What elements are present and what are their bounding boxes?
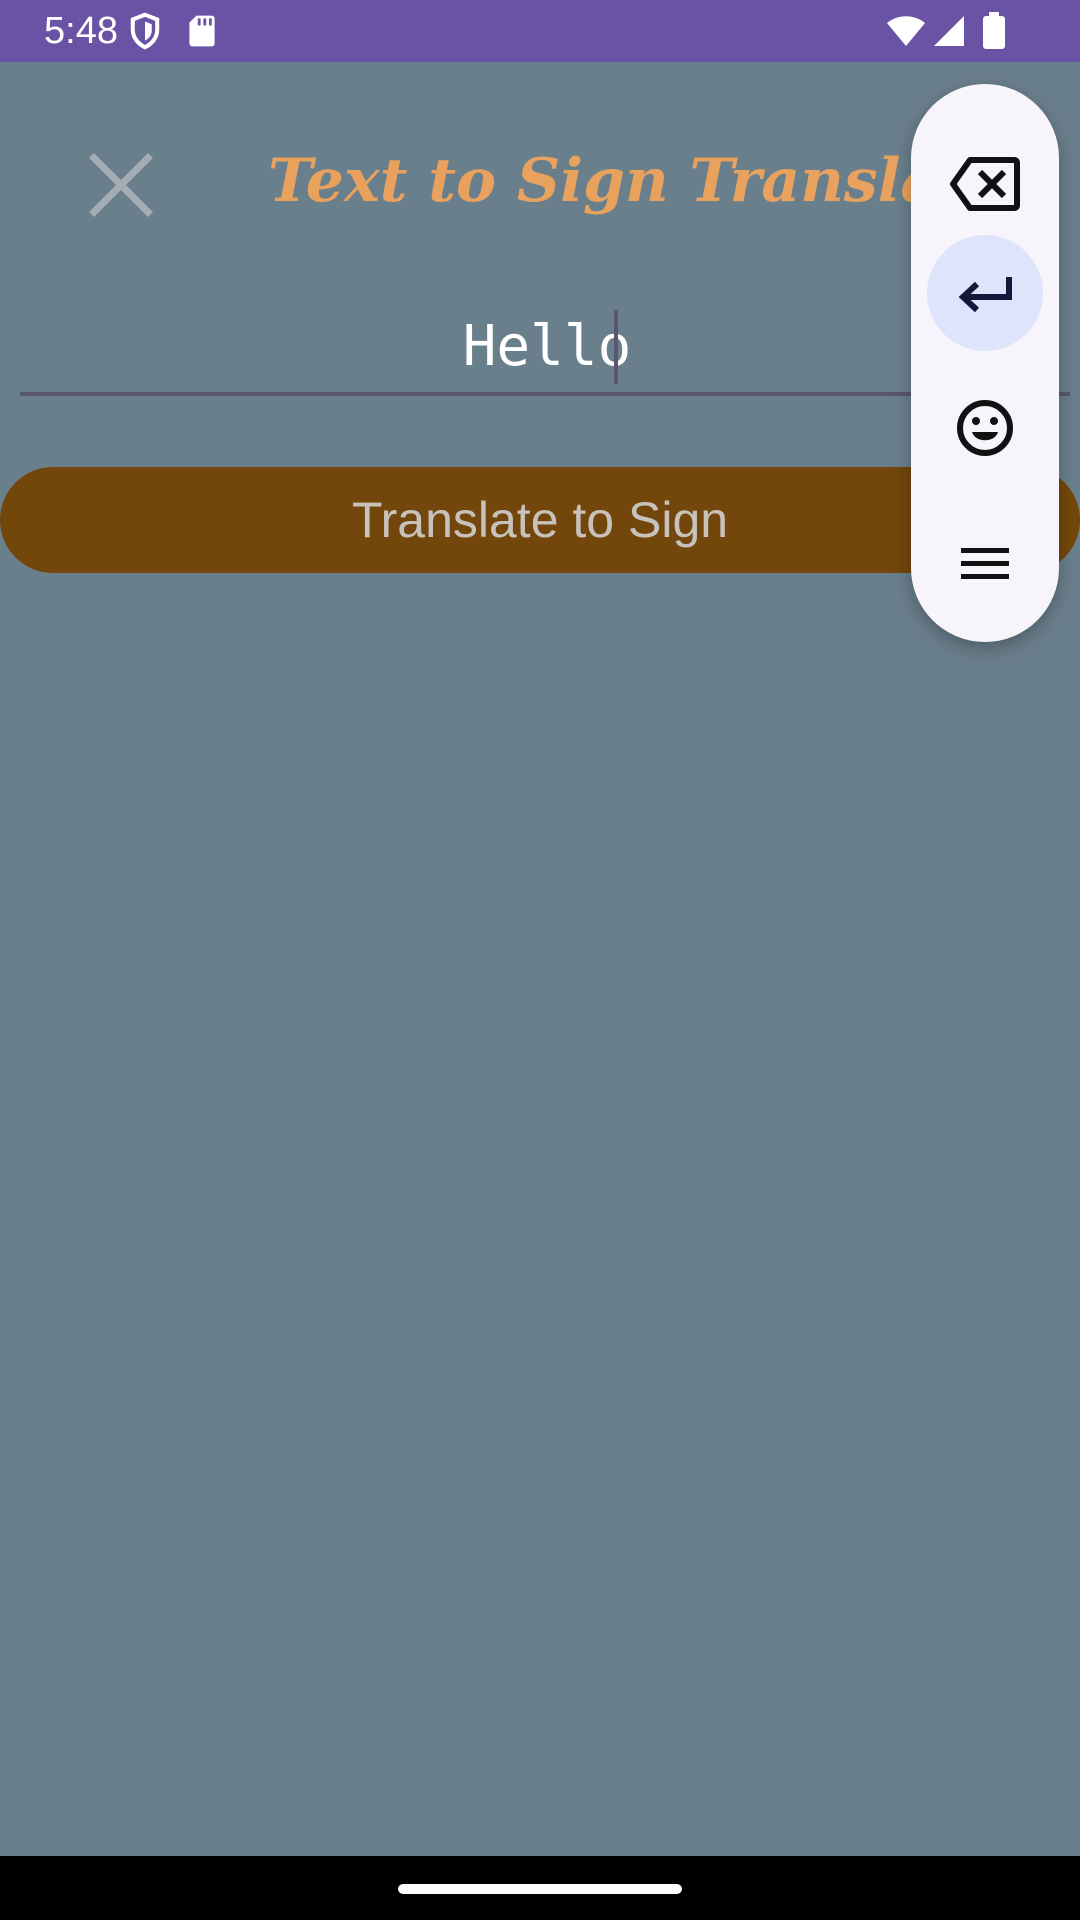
status-time: 5:48 (44, 10, 118, 52)
enter-button[interactable] (927, 235, 1043, 351)
floating-keyboard-toolbar (911, 84, 1059, 642)
battery-icon (983, 12, 1005, 49)
close-icon[interactable] (88, 152, 154, 218)
shield-icon (130, 12, 160, 50)
text-cursor (614, 310, 618, 384)
backspace-icon (950, 157, 1020, 211)
enter-icon (958, 277, 1012, 313)
emoji-button[interactable] (927, 370, 1043, 486)
navigation-bar (0, 1856, 1080, 1920)
menu-icon (961, 548, 1009, 579)
backspace-button[interactable] (927, 126, 1043, 242)
status-bar: 5:48 (0, 0, 1080, 62)
menu-button[interactable] (927, 506, 1043, 622)
sd-card-icon (189, 15, 215, 47)
wifi-icon (887, 16, 925, 46)
home-handle[interactable] (398, 1884, 682, 1894)
emoji-icon (957, 400, 1013, 456)
cell-signal-icon (934, 16, 964, 46)
